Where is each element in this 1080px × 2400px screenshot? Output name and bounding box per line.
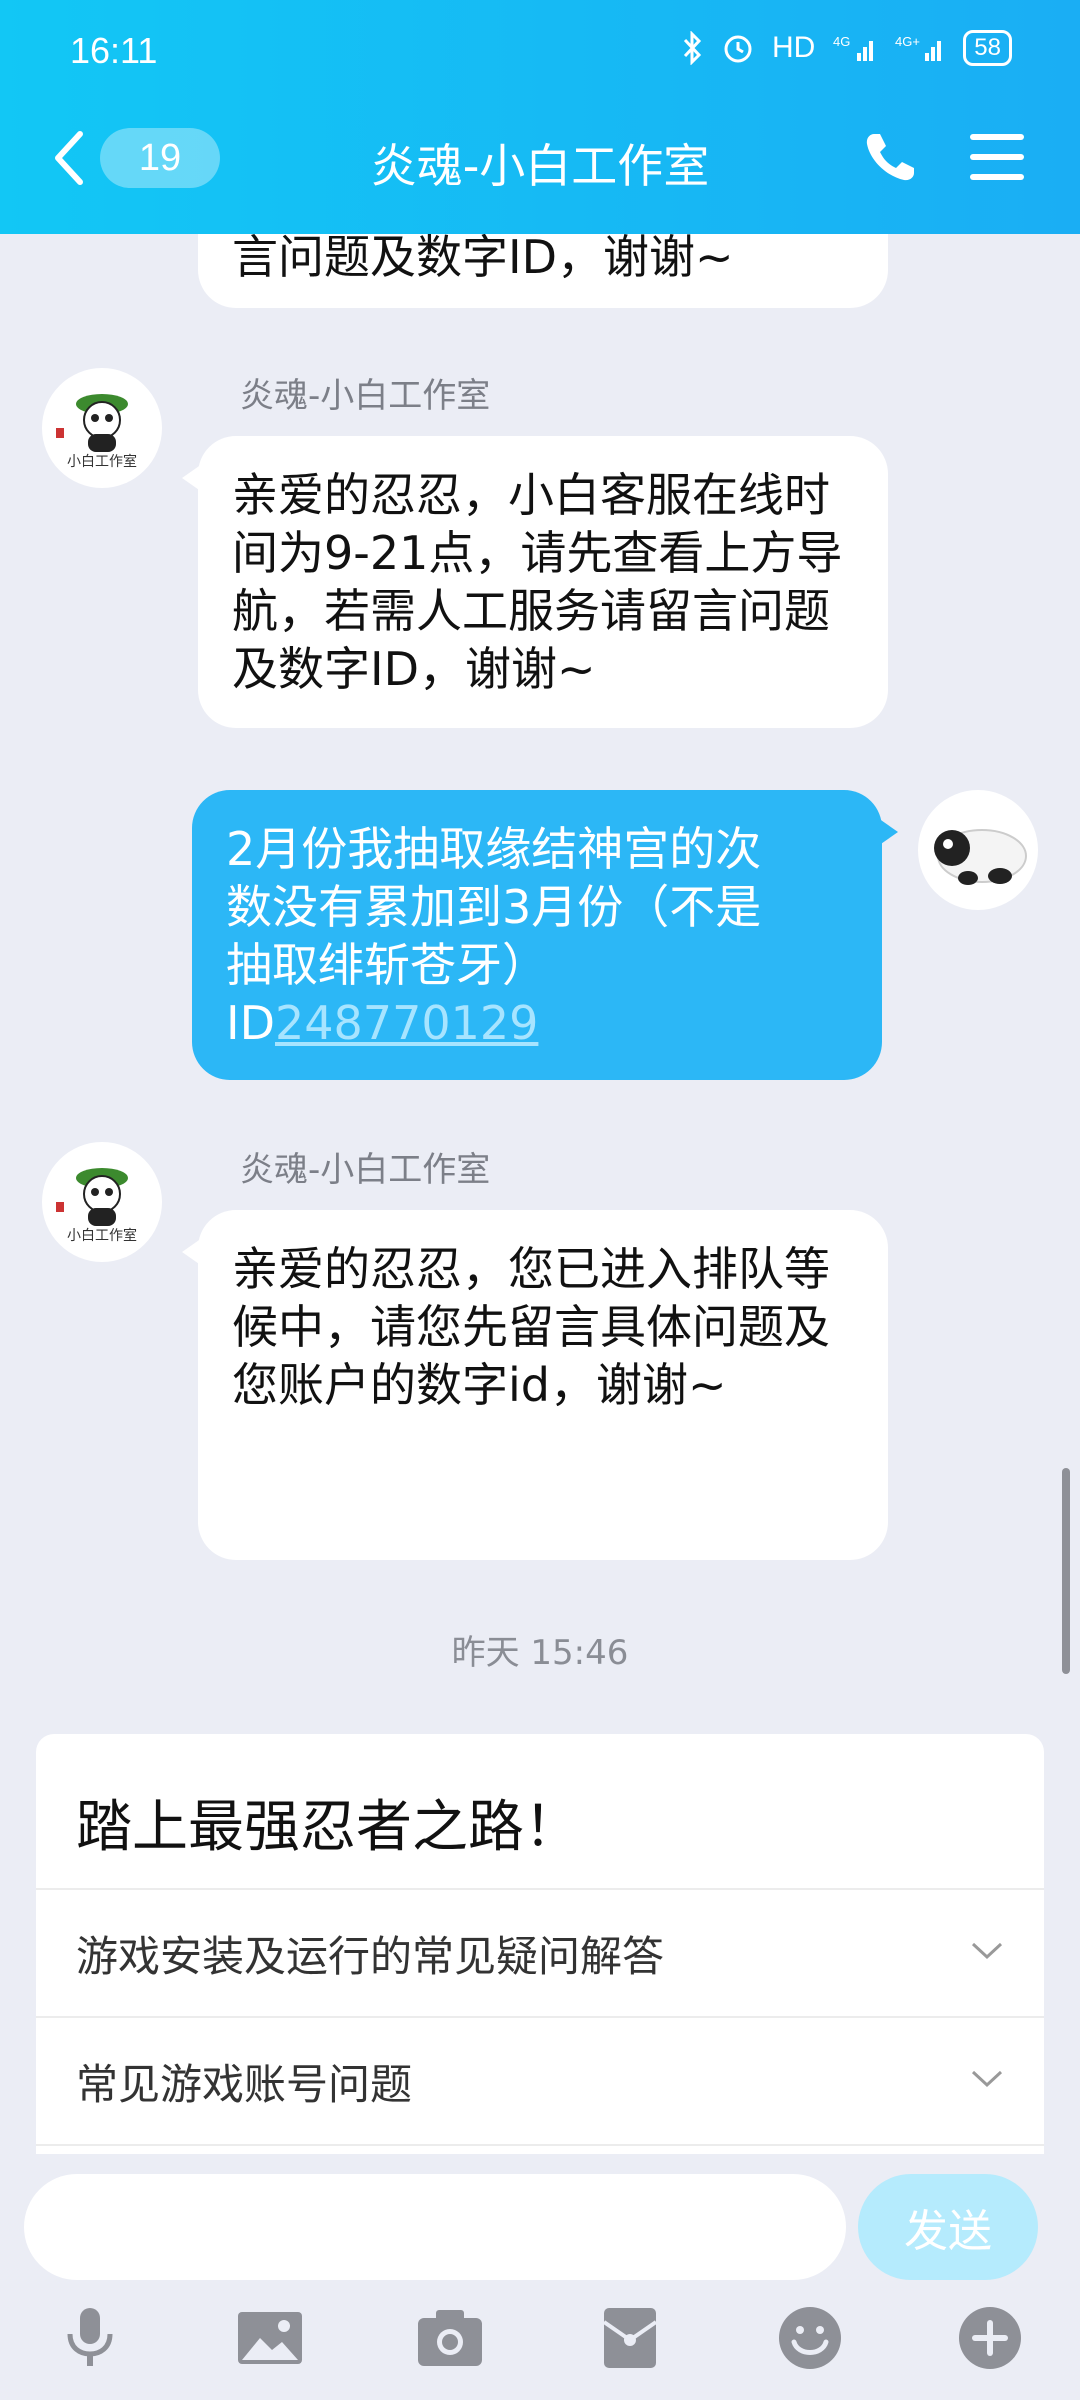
id-link[interactable]: 248770129 — [275, 996, 538, 1050]
hd-indicator: HD — [771, 31, 816, 64]
message-bubble-received[interactable]: 亲爱的忍忍，您已进入排队等候中，请您先留言具体问题及您账户的数字id，谢谢~ — [182, 1210, 888, 1560]
id-prefix: ID — [226, 996, 275, 1050]
alarm-icon — [724, 35, 752, 63]
avatar-caption: 小白工作室 — [67, 453, 137, 470]
faq-item-label: 游戏安装及运行的常见疑问解答 — [76, 1931, 665, 1981]
chevron-down-icon — [971, 2070, 1003, 2088]
svg-text:4G+: 4G+ — [895, 34, 920, 49]
status-time: 16:11 — [70, 30, 158, 71]
avatar-studio[interactable]: 小白工作室 — [42, 368, 162, 488]
panda-avatar-icon — [934, 829, 1027, 885]
svg-text:4G: 4G — [833, 34, 850, 49]
faq-card: 踏上最强忍者之路！ 游戏安装及运行的常见疑问解答 常见游戏账号问题 — [36, 1734, 1044, 2154]
faq-title: 踏上最强忍者之路！ — [76, 1795, 580, 1860]
avatar-caption: 小白工作室 — [67, 1227, 137, 1244]
input-area: 发送 — [0, 2154, 1080, 2400]
phone-icon[interactable] — [860, 128, 920, 188]
message-input[interactable] — [24, 2174, 846, 2280]
image-icon[interactable] — [236, 2304, 304, 2372]
message-text-line-2: 数没有累加到3月份（不是 — [226, 880, 762, 934]
sender-name: 炎魂-小白工作室 — [240, 376, 491, 416]
panda-mascot-icon: 小白工作室 — [56, 394, 137, 470]
sender-name: 炎魂-小白工作室 — [240, 1150, 491, 1190]
message-text: 言问题及数字ID，谢谢~ — [232, 230, 734, 284]
signal-icon-1: 4G — [833, 34, 874, 61]
message-text: 亲爱的忍忍，小白客服在线时间为9-21点，请先查看上方导航，若需人工服务请留言问… — [232, 468, 843, 696]
microphone-icon[interactable] — [56, 2304, 124, 2372]
bluetooth-icon — [683, 31, 702, 65]
faq-item[interactable]: 游戏安装及运行的常见疑问解答 — [36, 1888, 1044, 2016]
status-icons: HD 4G 4G+ 58 — [682, 30, 1012, 66]
plus-icon[interactable] — [956, 2304, 1024, 2372]
faq-item-divider — [36, 2144, 1044, 2154]
message-bubble-sent[interactable]: 2月份我抽取缘结神宫的次 数没有累加到3月份（不是 抽取绯斩苍牙） ID2487… — [192, 790, 898, 1080]
chat-header: 16:11 HD 4G 4G+ 58 19 炎魂-小白工作室 — [0, 0, 1080, 234]
signal-icon-2: 4G+ — [895, 34, 942, 61]
status-bar: 16:11 HD 4G 4G+ 58 — [0, 0, 1080, 105]
avatar-studio[interactable]: 小白工作室 — [42, 1142, 162, 1262]
red-packet-icon[interactable] — [596, 2304, 664, 2372]
chevron-down-icon — [971, 1942, 1003, 1960]
faq-item-label: 常见游戏账号问题 — [76, 2059, 413, 2109]
scrollbar[interactable] — [1062, 1468, 1070, 1674]
faq-item[interactable]: 常见游戏账号问题 — [36, 2016, 1044, 2144]
camera-icon[interactable] — [416, 2304, 484, 2372]
message-text: 亲爱的忍忍，您已进入排队等候中，请您先留言具体问题及您账户的数字id，谢谢~ — [232, 1242, 830, 1412]
panda-mascot-icon: 小白工作室 — [56, 1168, 137, 1244]
emoji-icon[interactable] — [776, 2304, 844, 2372]
message-text-line-1: 2月份我抽取缘结神宫的次 — [226, 822, 762, 876]
message-timestamp: 昨天 15:46 — [451, 1633, 629, 1673]
avatar-me[interactable] — [918, 790, 1038, 910]
message-text-line-3: 抽取绯斩苍牙） — [226, 938, 548, 992]
message-bubble-received[interactable]: 亲爱的忍忍，小白客服在线时间为9-21点，请先查看上方导航，若需人工服务请留言问… — [182, 436, 888, 728]
menu-icon[interactable] — [968, 130, 1026, 184]
send-button[interactable]: 发送 — [858, 2174, 1038, 2280]
battery-indicator: 58 — [963, 30, 1012, 66]
